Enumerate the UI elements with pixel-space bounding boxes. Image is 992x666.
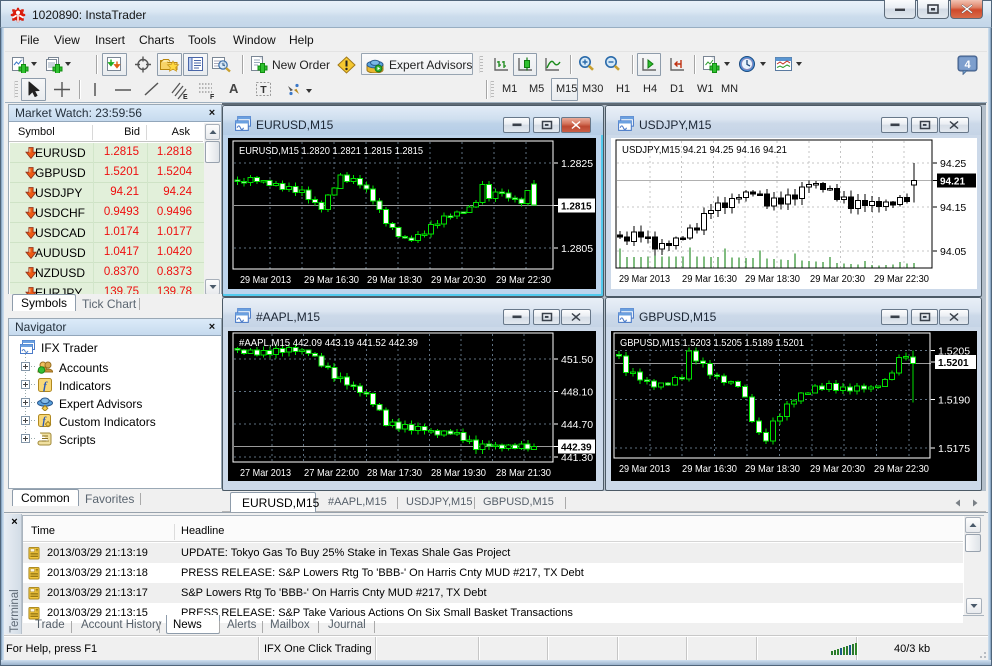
svg-text:T: T bbox=[260, 84, 267, 96]
svg-text:F: F bbox=[210, 94, 215, 100]
svg-text:EURUSD,M15 1.2820 1.2821 1.28: EURUSD,M15 1.2820 1.2821 1.2815 1.2815 bbox=[239, 145, 423, 157]
svg-text:451.50: 451.50 bbox=[561, 354, 593, 366]
svg-text:29 Mar 22:30: 29 Mar 22:30 bbox=[874, 273, 929, 285]
svg-text:28 Mar 17:30: 28 Mar 17:30 bbox=[367, 467, 422, 479]
svg-text:1.2825: 1.2825 bbox=[561, 158, 593, 170]
svg-text:29 Mar 2013: 29 Mar 2013 bbox=[240, 274, 291, 286]
svg-text:94.21: 94.21 bbox=[940, 177, 965, 188]
svg-text:27 Mar 22:00: 27 Mar 22:00 bbox=[304, 467, 359, 479]
svg-text:1.2815: 1.2815 bbox=[561, 201, 592, 212]
svg-text:94.25: 94.25 bbox=[940, 158, 966, 170]
svg-text:29 Mar 22:30: 29 Mar 22:30 bbox=[496, 274, 551, 286]
svg-text:29 Mar 18:30: 29 Mar 18:30 bbox=[745, 463, 800, 475]
svg-text:#AAPL,M15 442.09 443.19 441.5: #AAPL,M15 442.09 443.19 441.52 442.39 bbox=[239, 337, 418, 349]
svg-text:444.70: 444.70 bbox=[561, 419, 593, 431]
svg-text:1.5190: 1.5190 bbox=[938, 394, 970, 406]
svg-text:29 Mar 16:30: 29 Mar 16:30 bbox=[304, 274, 359, 286]
svg-text:1.5175: 1.5175 bbox=[938, 443, 970, 455]
svg-text:29 Mar 20:30: 29 Mar 20:30 bbox=[810, 273, 865, 285]
svg-text:94.15: 94.15 bbox=[940, 202, 966, 214]
svg-text:29 Mar 20:30: 29 Mar 20:30 bbox=[431, 274, 486, 286]
svg-text:1.5201: 1.5201 bbox=[938, 358, 969, 369]
svg-text:USDJPY,M15 94.21 94.25 94.16: USDJPY,M15 94.21 94.25 94.16 94.21 bbox=[622, 144, 787, 156]
svg-text:29 Mar 16:30: 29 Mar 16:30 bbox=[682, 273, 737, 285]
svg-text:28 Mar 19:30: 28 Mar 19:30 bbox=[431, 467, 486, 479]
svg-text:E: E bbox=[183, 94, 188, 100]
svg-text:27 Mar 2013: 27 Mar 2013 bbox=[240, 467, 291, 479]
svg-text:94.05: 94.05 bbox=[940, 246, 966, 258]
svg-text:29 Mar 16:30: 29 Mar 16:30 bbox=[682, 463, 737, 475]
svg-text:29 Mar 20:30: 29 Mar 20:30 bbox=[810, 463, 865, 475]
svg-text:GBPUSD,M15 1.5203 1.5205 1.51: GBPUSD,M15 1.5203 1.5205 1.5189 1.5201 bbox=[620, 337, 804, 349]
svg-text:448.10: 448.10 bbox=[561, 387, 593, 399]
svg-text:29 Mar 18:30: 29 Mar 18:30 bbox=[745, 273, 800, 285]
svg-text:4: 4 bbox=[964, 59, 971, 71]
svg-text:29 Mar 2013: 29 Mar 2013 bbox=[619, 273, 670, 285]
svg-text:29 Mar 18:30: 29 Mar 18:30 bbox=[367, 274, 422, 286]
svg-text:441.30: 441.30 bbox=[561, 452, 593, 464]
svg-text:29 Mar 22:30: 29 Mar 22:30 bbox=[874, 463, 929, 475]
svg-text:29 Mar 2013: 29 Mar 2013 bbox=[619, 463, 670, 475]
svg-text:28 Mar 21:30: 28 Mar 21:30 bbox=[496, 467, 551, 479]
svg-text:1.2805: 1.2805 bbox=[561, 243, 593, 255]
